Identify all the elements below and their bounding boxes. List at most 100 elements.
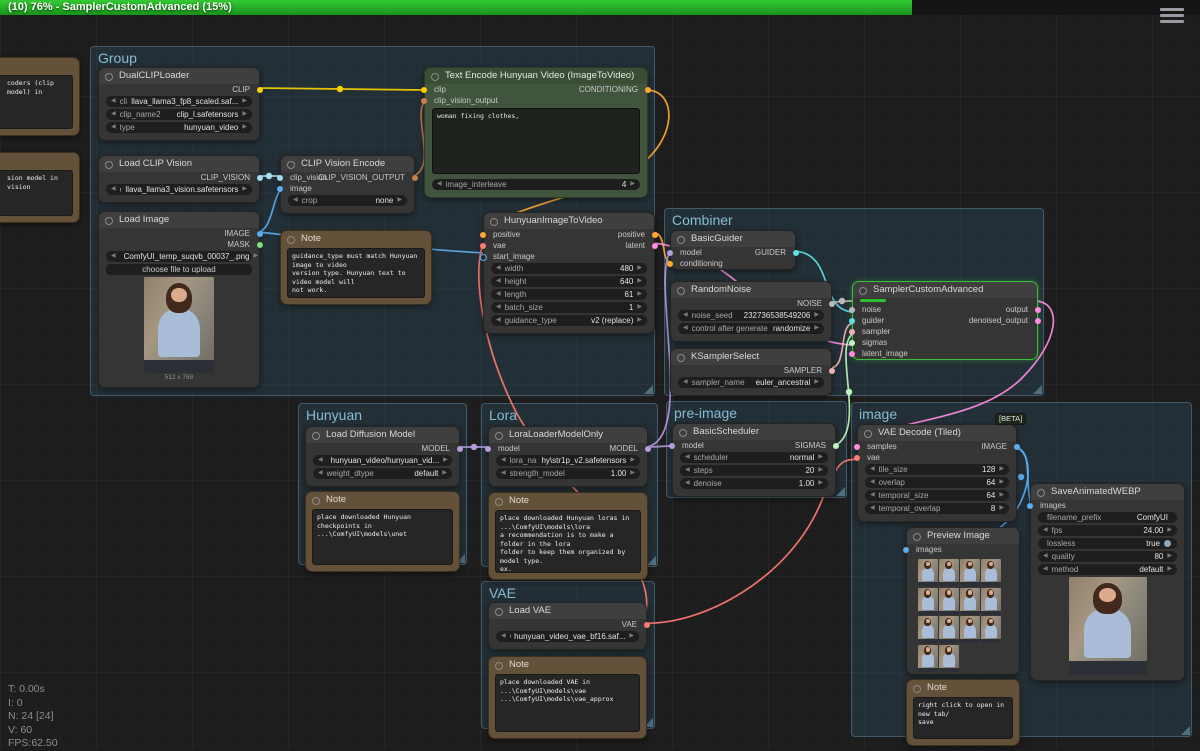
collapse-icon[interactable] [312, 497, 320, 505]
node-title[interactable] [0, 58, 79, 74]
decrement-arrow-icon[interactable]: ◀ [111, 184, 116, 195]
input-port-guider[interactable] [849, 318, 855, 324]
input-port-images[interactable] [903, 547, 909, 553]
collapse-icon[interactable] [677, 236, 685, 244]
input-port-clip_vision_output[interactable] [421, 98, 427, 104]
increment-arrow-icon[interactable]: ▶ [999, 490, 1004, 501]
output-port-MODEL[interactable] [645, 446, 651, 452]
widget-image_interleave[interactable]: ◀image_interleave4▶ [432, 179, 640, 190]
collapse-icon[interactable] [105, 217, 113, 225]
decrement-arrow-icon[interactable]: ◀ [1043, 564, 1048, 575]
increment-arrow-icon[interactable]: ▶ [999, 503, 1004, 514]
node-title[interactable]: SaveAnimatedWEBP [1031, 484, 1184, 500]
output-port-VAE[interactable] [644, 622, 650, 628]
node-text_encode[interactable]: Text Encode Hunyuan Video (ImageToVideo)… [424, 67, 648, 198]
node-ksampler_select[interactable]: KSamplerSelectSAMPLER◀sampler_nameeuler_… [670, 348, 832, 396]
decrement-arrow-icon[interactable]: ◀ [685, 465, 690, 476]
increment-arrow-icon[interactable]: ▶ [814, 323, 819, 334]
input-port-vae[interactable] [480, 243, 486, 249]
node-note_hunyuan[interactable]: Noteplace downloaded Hunyuan checkpoints… [305, 491, 460, 572]
node-title[interactable]: DualCLIPLoader [99, 68, 259, 84]
decrement-arrow-icon[interactable]: ◀ [870, 503, 875, 514]
increment-arrow-icon[interactable]: ▶ [442, 468, 447, 479]
widget-overlap[interactable]: ◀overlap64▶ [865, 477, 1009, 488]
decrement-arrow-icon[interactable]: ◀ [293, 195, 298, 206]
increment-arrow-icon[interactable]: ▶ [814, 377, 819, 388]
decrement-arrow-icon[interactable]: ◀ [496, 315, 501, 326]
node-title[interactable]: HunyuanImageToVideo [484, 213, 654, 229]
collapse-icon[interactable] [287, 161, 295, 169]
widget-lora_name[interactable]: ◀lora_namehy\str1p_v2.safetensors▶ [496, 455, 640, 466]
decrement-arrow-icon[interactable]: ◀ [496, 289, 501, 300]
collapse-icon[interactable] [495, 432, 503, 440]
node-note_lora[interactable]: Noteplace downloaded Hunyuan loras in ..… [488, 492, 648, 580]
output-port-SAMPLER[interactable] [829, 368, 835, 374]
collapse-icon[interactable] [431, 73, 439, 81]
widget-temporal_size[interactable]: ◀temporal_size64▶ [865, 490, 1009, 501]
output-port-IMAGE[interactable] [1014, 444, 1020, 450]
input-port-vae[interactable] [854, 455, 860, 461]
widget-type[interactable]: ◀typehunyuan_video▶ [106, 122, 252, 133]
node-title[interactable] [0, 153, 79, 169]
node-lora_loader[interactable]: LoraLoaderModelOnlymodelMODEL◀lora_nameh… [488, 426, 648, 487]
input-port-images[interactable] [1027, 503, 1033, 509]
node-title[interactable]: Note [281, 231, 431, 247]
node-note_preview[interactable]: Noteright click to open in new tab/ save [906, 679, 1020, 746]
input-port-noise[interactable] [849, 307, 855, 313]
widget-tile_size[interactable]: ◀tile_size128▶ [865, 464, 1009, 475]
decrement-arrow-icon[interactable]: ◀ [683, 377, 688, 388]
node-title[interactable]: BasicScheduler [673, 424, 835, 440]
output-port-denoised_output[interactable] [1035, 318, 1041, 324]
collapse-icon[interactable] [495, 498, 503, 506]
note-text[interactable]: place downloaded Hunyuan loras in ...\Co… [495, 510, 641, 573]
node-title[interactable]: Load CLIP Vision [99, 156, 259, 172]
decrement-arrow-icon[interactable]: ◀ [1043, 525, 1048, 536]
output-port-CLIP[interactable] [257, 87, 263, 93]
widget-width[interactable]: ◀width480▶ [491, 263, 647, 274]
widget-temporal_overlap[interactable]: ◀temporal_overlap8▶ [865, 503, 1009, 514]
output-port-CLIP_VISION[interactable] [257, 175, 263, 181]
upload-button[interactable]: choose file to upload [106, 264, 252, 275]
node-title[interactable]: SamplerCustomAdvanced [853, 282, 1037, 298]
widget-sampler_name[interactable]: ◀sampler_nameeuler_ancestral▶ [678, 377, 824, 388]
increment-arrow-icon[interactable]: ▶ [814, 310, 819, 321]
collapse-icon[interactable] [677, 287, 685, 295]
node-title[interactable]: Note [907, 680, 1019, 696]
input-port-sigmas[interactable] [849, 340, 855, 346]
input-port-image[interactable] [277, 186, 283, 192]
increment-arrow-icon[interactable]: ▶ [242, 96, 247, 107]
decrement-arrow-icon[interactable]: ◀ [496, 263, 501, 274]
node-note_left1[interactable]: coders (clip model) in [0, 57, 80, 136]
output-port-output[interactable] [1035, 307, 1041, 313]
increment-arrow-icon[interactable]: ▶ [637, 289, 642, 300]
widget-fps[interactable]: ◀fps24.00▶ [1038, 525, 1177, 536]
decrement-arrow-icon[interactable]: ◀ [870, 477, 875, 488]
prompt-textarea[interactable]: woman fixing clothes, [432, 108, 640, 174]
output-port-MODEL[interactable] [457, 446, 463, 452]
node-title[interactable]: VAE Decode (Tiled) [858, 425, 1016, 441]
increment-arrow-icon[interactable]: ▶ [637, 315, 642, 326]
increment-arrow-icon[interactable]: ▶ [629, 631, 634, 642]
widget-batch_size[interactable]: ◀batch_size1▶ [491, 302, 647, 313]
collapse-icon[interactable] [105, 73, 113, 81]
increment-arrow-icon[interactable]: ▶ [1167, 551, 1172, 562]
note-text[interactable]: place downloaded Hunyuan checkpoints in … [312, 509, 453, 565]
node-title[interactable]: Note [489, 657, 646, 673]
input-port-conditioning[interactable] [667, 261, 673, 267]
increment-arrow-icon[interactable]: ▶ [1167, 564, 1172, 575]
decrement-arrow-icon[interactable]: ◀ [870, 464, 875, 475]
node-basic_guider[interactable]: BasicGuidermodelGUIDERconditioning [670, 230, 796, 270]
collapse-icon[interactable] [490, 218, 498, 226]
node-clip_vision_encode[interactable]: CLIP Vision Encodeclip_visionCLIP_VISION… [280, 155, 415, 214]
collapse-icon[interactable] [312, 432, 320, 440]
decrement-arrow-icon[interactable]: ◀ [501, 468, 506, 479]
node-note_guidance[interactable]: Noteguidance_type must match Hunyuan ima… [280, 230, 432, 305]
increment-arrow-icon[interactable]: ▶ [637, 263, 642, 274]
increment-arrow-icon[interactable]: ▶ [253, 251, 258, 262]
node-random_noise[interactable]: RandomNoiseNOISE◀noise_seed2327365385492… [670, 281, 832, 342]
widget-quality[interactable]: ◀quality80▶ [1038, 551, 1177, 562]
widget-clip_name2[interactable]: ◀clip_name2clip_l.safetensors▶ [106, 109, 252, 120]
output-port-latent[interactable] [652, 243, 658, 249]
input-port-model[interactable] [669, 443, 675, 449]
collapse-icon[interactable] [105, 161, 113, 169]
